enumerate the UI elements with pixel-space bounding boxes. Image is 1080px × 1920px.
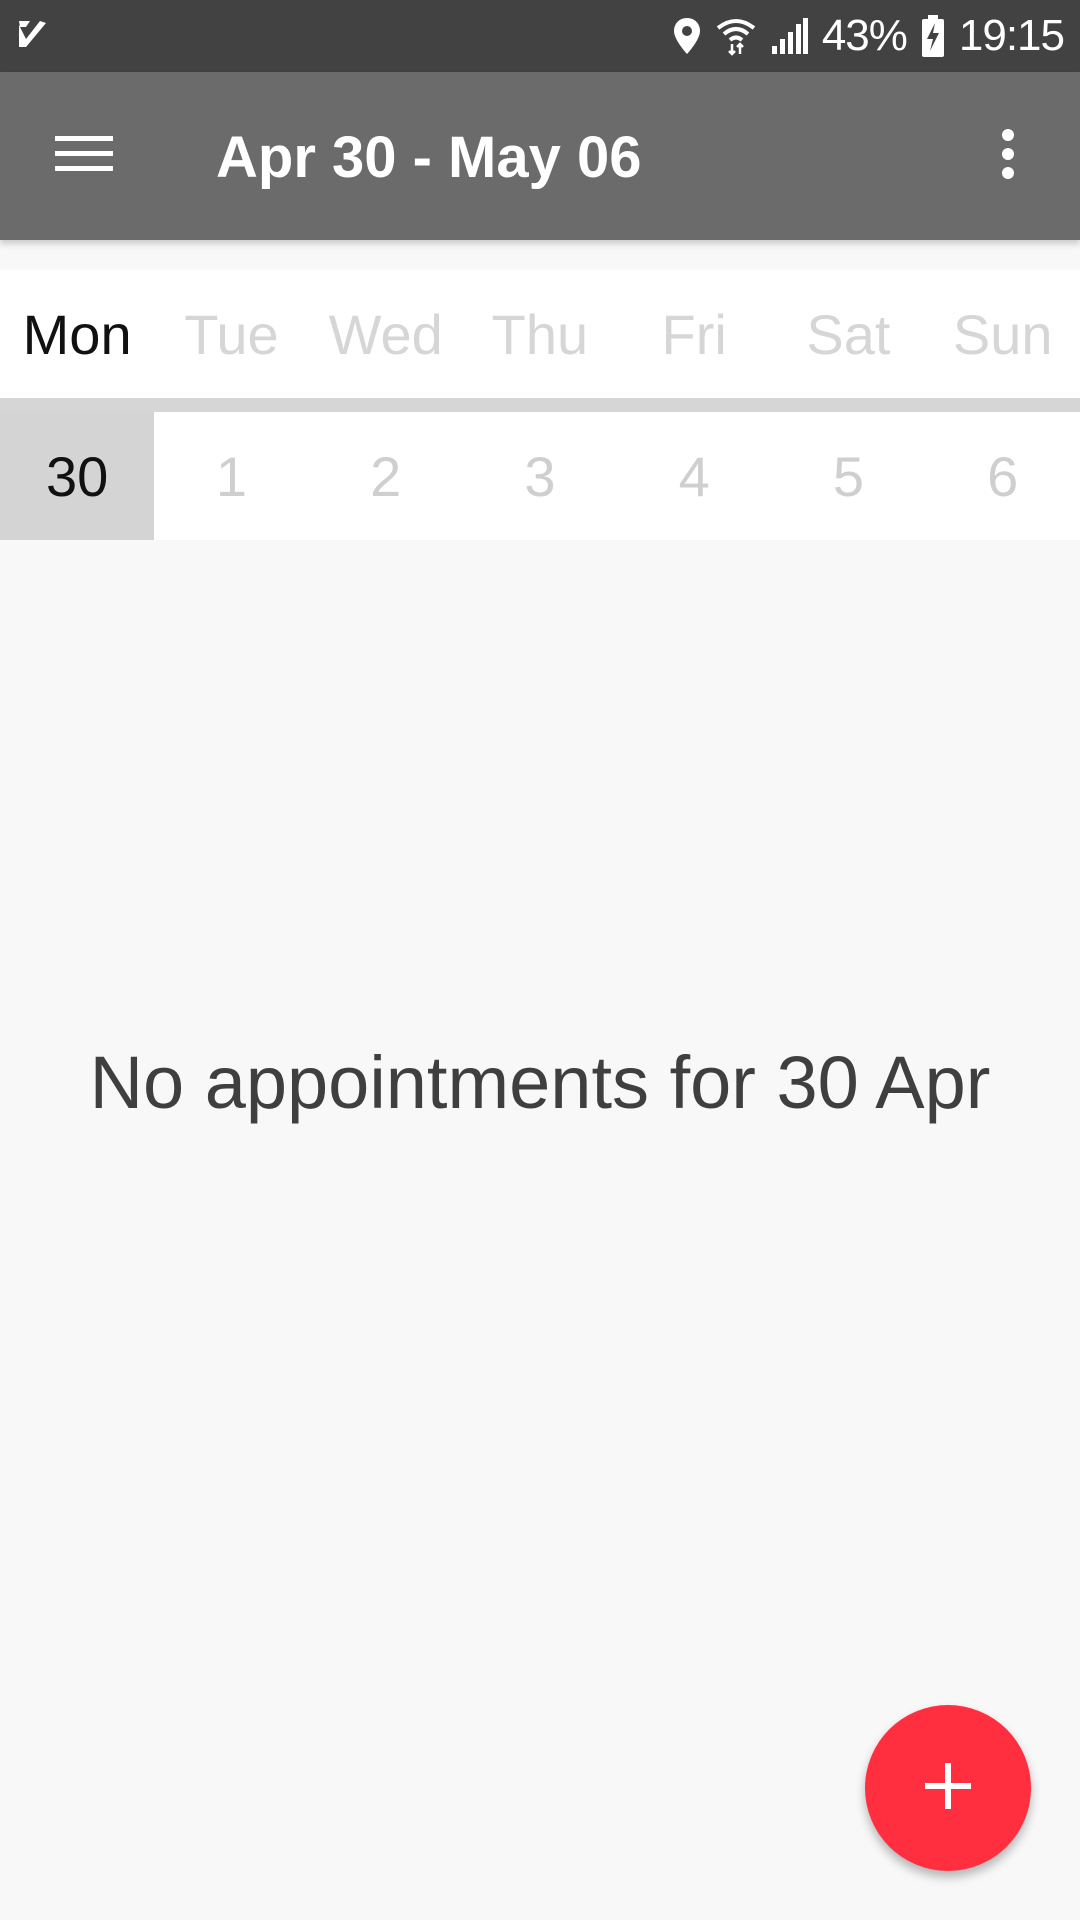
week-dates: 30 1 2 3 4 5 6 — [0, 412, 1080, 540]
day-name-sat[interactable]: Sat — [771, 270, 925, 398]
day-date-4[interactable]: 4 — [617, 412, 771, 540]
clock: 19:15 — [958, 11, 1065, 60]
location-icon — [672, 16, 702, 56]
menu-button[interactable] — [34, 106, 134, 206]
day-name-mon[interactable]: Mon — [0, 270, 154, 398]
page-title: Apr 30 - May 06 — [216, 125, 642, 190]
day-name-wed[interactable]: Wed — [309, 270, 463, 398]
week-day-names: Mon Tue Wed Thu Fri Sat Sun — [0, 270, 1080, 398]
day-date-5[interactable]: 5 — [771, 412, 925, 540]
wifi-icon — [716, 16, 756, 56]
app-check-icon — [16, 17, 50, 56]
status-bar: 43% 19:15 — [0, 0, 1080, 72]
day-name-tue[interactable]: Tue — [154, 270, 308, 398]
day-name-sun[interactable]: Sun — [926, 270, 1080, 398]
day-date-3[interactable]: 3 — [463, 412, 617, 540]
day-date-1[interactable]: 1 — [154, 412, 308, 540]
week-divider — [0, 398, 1080, 412]
day-date-6[interactable]: 6 — [926, 412, 1080, 540]
add-appointment-button[interactable] — [865, 1705, 1031, 1871]
overflow-menu-button[interactable] — [958, 106, 1058, 206]
day-date-30[interactable]: 30 — [0, 412, 155, 540]
plus-icon — [923, 1761, 973, 1816]
status-right: 43% 19:15 — [672, 11, 1065, 61]
hamburger-menu-icon — [55, 134, 113, 179]
empty-state-message: No appointments for 30 Apr — [89, 1041, 991, 1124]
status-left — [16, 17, 50, 56]
more-vert-icon — [1000, 128, 1016, 185]
app-bar: Apr 30 - May 06 — [0, 72, 1080, 240]
battery-percent: 43% — [821, 11, 908, 60]
signal-icon — [770, 18, 808, 54]
day-date-2[interactable]: 2 — [309, 412, 463, 540]
battery-charging-icon — [921, 15, 945, 57]
day-name-fri[interactable]: Fri — [617, 270, 771, 398]
day-name-thu[interactable]: Thu — [463, 270, 617, 398]
